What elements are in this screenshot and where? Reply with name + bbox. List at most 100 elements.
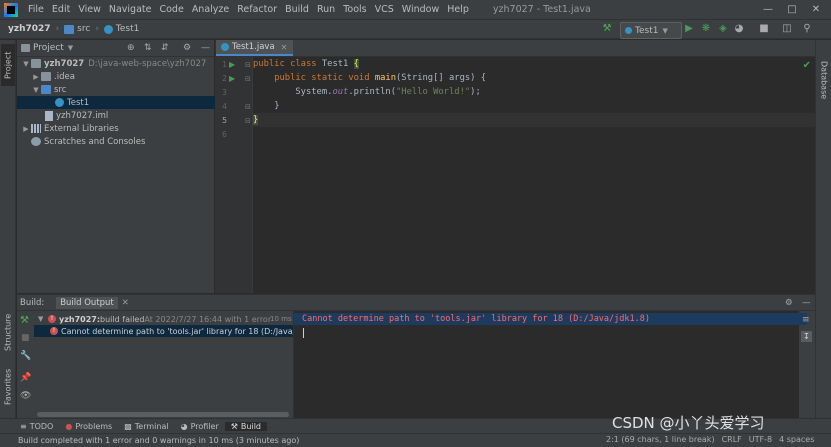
run-icon[interactable]: ▶ [683,23,695,35]
soft-wrap-icon[interactable]: ≡ [802,315,810,325]
code-token: } [253,115,259,125]
tree-item-label: Test1 [67,97,90,108]
coverage-icon[interactable]: ◈ [717,23,729,35]
build-hammer-icon[interactable]: ⚒ [20,315,29,326]
menu-navigate[interactable]: Navigate [105,4,156,15]
minimize-icon[interactable]: — [756,0,780,19]
tree-item-label: External Libraries [44,123,119,134]
profile-icon[interactable]: ◕ [733,23,745,35]
build-hammer-icon[interactable]: ⚒ [601,23,613,35]
breadcrumb-file[interactable]: Test1 [101,24,142,34]
status-message[interactable]: Build completed with 1 error and 0 warni… [0,436,299,445]
database-tool-tab[interactable]: Database [817,54,831,106]
fold-icon[interactable]: ⊟ [245,61,251,69]
maximize-icon[interactable]: □ [780,0,804,19]
build-output-error-line: Cannot determine path to 'tools.jar' lib… [294,313,807,325]
build-timestamp: At 2022/7/27 16:44 with 1 error [144,314,272,324]
menu-tools[interactable]: Tools [339,4,370,15]
chevron-down-icon: ▼ [38,315,44,323]
menu-help[interactable]: Help [443,4,473,15]
menu-analyze[interactable]: Analyze [188,4,233,15]
todo-tool-button[interactable]: ≡ TODO [14,422,59,431]
terminal-tool-button[interactable]: ▩ Terminal [118,422,174,431]
build-panel-label: Build: [20,297,45,308]
debug-icon[interactable]: ❋ [700,23,712,35]
hide-icon[interactable]: — [802,298,811,308]
wrench-icon[interactable]: 🔧 [20,351,31,361]
menu-refactor[interactable]: Refactor [233,4,281,15]
close-icon[interactable]: ✕ [804,0,828,19]
run-gutter-icon[interactable]: ▶ [229,60,235,69]
fold-icon[interactable]: ⊟ [245,103,251,111]
code-line-4[interactable]: } [253,99,816,113]
code-line-5[interactable]: } [253,113,816,127]
menu-edit[interactable]: Edit [48,4,74,15]
inspection-ok-icon[interactable]: ✔ [803,60,811,71]
favorites-tool-tab[interactable]: Favorites [1,365,15,409]
close-tab-icon[interactable]: ✕ [281,43,288,52]
build-output-tab[interactable]: Build Output [56,296,118,309]
tree-item-idea[interactable]: ▶ .idea [17,70,228,83]
code-token: class [290,59,317,69]
project-panel-title[interactable]: Project [33,43,64,53]
scroll-to-end-icon[interactable]: ↧ [801,331,812,342]
project-tool-tab[interactable]: Project [1,44,15,86]
file-encoding[interactable]: UTF-8 [749,435,772,444]
menu-file[interactable]: File [24,4,48,15]
code-line-3[interactable]: System.out.println("Hello World!"); [253,85,816,99]
build-tree: ▼ ! yzh7027: build failed At 2022/7/27 1… [34,311,309,419]
tree-item-iml[interactable]: yzh7027.iml [17,109,242,122]
fold-icon[interactable]: ⊟ [245,117,251,125]
collapse-all-icon[interactable]: ⇵ [161,43,169,53]
menu-build[interactable]: Build [281,4,313,15]
project-structure-icon[interactable]: ◫ [781,23,793,35]
stop-icon[interactable]: ■ [21,333,30,343]
status-right: 2:1 (69 chars, 1 line break) CRLF UTF-8 … [606,435,814,444]
indent-setting[interactable]: 4 spaces [779,435,814,444]
search-everywhere-icon[interactable]: ⚲ [801,23,813,35]
hide-icon[interactable]: — [201,43,210,53]
fold-icon[interactable]: ⊟ [245,75,251,83]
gear-icon[interactable]: ⚙ [183,43,191,53]
build-output[interactable]: Cannot determine path to 'tools.jar' lib… [293,311,807,419]
structure-tool-tab[interactable]: Structure [1,310,15,354]
tree-item-external-libraries[interactable]: ▶ External Libraries [17,122,218,135]
menu-run[interactable]: Run [313,4,339,15]
profiler-tool-button[interactable]: ◕ Profiler [175,422,225,431]
line-separator[interactable]: CRLF [722,435,742,444]
breadcrumb-src[interactable]: src [61,24,93,34]
build-panel-header: Build: Build Output ✕ ⚙ — [17,295,815,311]
menu-code[interactable]: Code [155,4,187,15]
tree-item-scratches[interactable]: Scratches and Consoles [17,135,228,148]
eye-icon[interactable]: 👁 [20,391,31,401]
stop-icon[interactable]: ■ [758,23,770,35]
close-tab-icon[interactable]: ✕ [122,298,129,308]
menu-view[interactable]: View [74,4,105,15]
build-tool-button[interactable]: ⚒ Build [224,421,267,431]
chevron-down-icon[interactable]: ▼ [68,44,73,52]
menu-window[interactable]: Window [398,4,443,15]
tree-item-src[interactable]: ▼ src [17,83,228,96]
project-panel-header: Project ▼ ⊕ ⇅ ⇵ ⚙ — [17,40,214,57]
build-tree-error[interactable]: ! Cannot determine path to 'tools.jar' l… [34,325,309,337]
code-token: static [311,73,344,83]
window-title: yzh7027 - Test1.java [492,4,591,15]
code-line-1[interactable]: public class Test1 { [253,57,816,71]
gear-icon[interactable]: ⚙ [785,298,793,308]
navigation-bar: yzh7027 › src › Test1 ⚒ Test1 ▼ ▶ ❋ ◈ ◕ … [0,19,831,39]
horizontal-scrollbar[interactable] [37,412,289,417]
run-configuration-select[interactable]: Test1 ▼ [620,22,682,39]
menu-vcs[interactable]: VCS [371,4,398,15]
problems-tool-button[interactable]: ● Problems [59,422,118,431]
locate-icon[interactable]: ⊕ [127,43,135,53]
code-line-6[interactable] [253,127,816,141]
editor-tab-test1[interactable]: Test1.java ✕ [216,40,294,56]
expand-all-icon[interactable]: ⇅ [144,43,152,53]
breadcrumb-project[interactable]: yzh7027 [0,24,54,34]
code-line-2[interactable]: public static void main(String[] args) { [253,71,816,85]
pin-icon[interactable]: 📌 [20,373,31,383]
caret-position[interactable]: 2:1 (69 chars, 1 line break) [606,435,715,444]
build-tree-root[interactable]: ▼ ! yzh7027: build failed At 2022/7/27 1… [34,313,297,325]
run-gutter-icon[interactable]: ▶ [229,74,235,83]
tree-item-project-root[interactable]: ▼ yzh7027 D:\java-web-space\yzh7027 [17,57,218,70]
